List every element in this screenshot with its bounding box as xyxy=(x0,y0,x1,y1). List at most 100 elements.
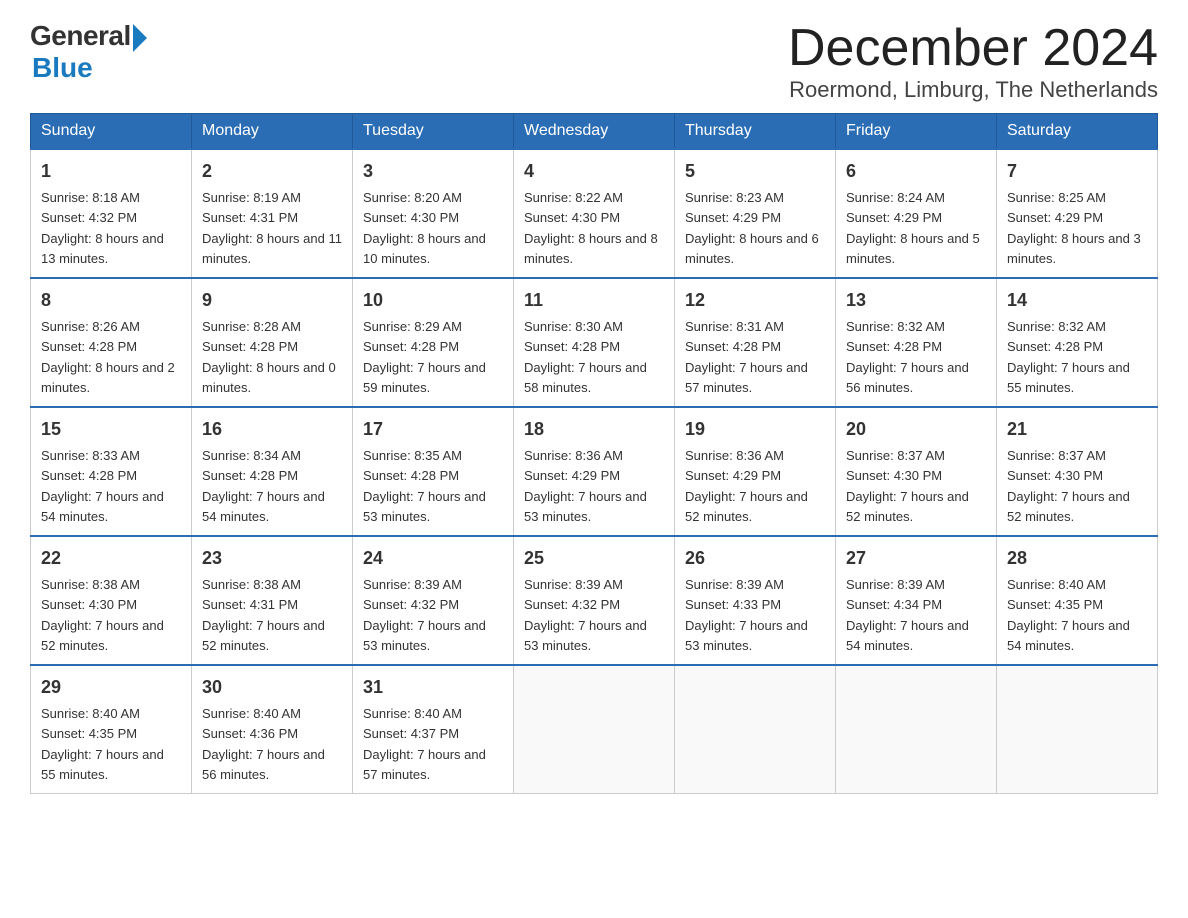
day-info: Sunrise: 8:39 AMSunset: 4:32 PMDaylight:… xyxy=(524,577,647,653)
day-number: 20 xyxy=(846,416,986,443)
day-number: 11 xyxy=(524,287,664,314)
col-sunday: Sunday xyxy=(31,114,192,150)
day-number: 7 xyxy=(1007,158,1147,185)
day-info: Sunrise: 8:25 AMSunset: 4:29 PMDaylight:… xyxy=(1007,190,1141,266)
day-number: 9 xyxy=(202,287,342,314)
logo-text-general: General xyxy=(30,20,131,52)
table-row: 11 Sunrise: 8:30 AMSunset: 4:28 PMDaylig… xyxy=(514,278,675,407)
table-row: 15 Sunrise: 8:33 AMSunset: 4:28 PMDaylig… xyxy=(31,407,192,536)
calendar-table: Sunday Monday Tuesday Wednesday Thursday… xyxy=(30,113,1158,794)
day-number: 14 xyxy=(1007,287,1147,314)
day-info: Sunrise: 8:32 AMSunset: 4:28 PMDaylight:… xyxy=(1007,319,1130,395)
table-row: 13 Sunrise: 8:32 AMSunset: 4:28 PMDaylig… xyxy=(836,278,997,407)
day-info: Sunrise: 8:37 AMSunset: 4:30 PMDaylight:… xyxy=(1007,448,1130,524)
day-number: 12 xyxy=(685,287,825,314)
col-thursday: Thursday xyxy=(675,114,836,150)
table-row: 17 Sunrise: 8:35 AMSunset: 4:28 PMDaylig… xyxy=(353,407,514,536)
day-number: 21 xyxy=(1007,416,1147,443)
day-info: Sunrise: 8:39 AMSunset: 4:34 PMDaylight:… xyxy=(846,577,969,653)
day-info: Sunrise: 8:37 AMSunset: 4:30 PMDaylight:… xyxy=(846,448,969,524)
day-number: 5 xyxy=(685,158,825,185)
day-info: Sunrise: 8:36 AMSunset: 4:29 PMDaylight:… xyxy=(524,448,647,524)
col-friday: Friday xyxy=(836,114,997,150)
table-row: 2 Sunrise: 8:19 AMSunset: 4:31 PMDayligh… xyxy=(192,149,353,278)
table-row: 3 Sunrise: 8:20 AMSunset: 4:30 PMDayligh… xyxy=(353,149,514,278)
title-section: December 2024 Roermond, Limburg, The Net… xyxy=(788,20,1158,103)
table-row: 10 Sunrise: 8:29 AMSunset: 4:28 PMDaylig… xyxy=(353,278,514,407)
col-monday: Monday xyxy=(192,114,353,150)
logo-arrow-icon xyxy=(133,24,147,52)
table-row: 27 Sunrise: 8:39 AMSunset: 4:34 PMDaylig… xyxy=(836,536,997,665)
day-number: 27 xyxy=(846,545,986,572)
day-info: Sunrise: 8:38 AMSunset: 4:30 PMDaylight:… xyxy=(41,577,164,653)
table-row: 29 Sunrise: 8:40 AMSunset: 4:35 PMDaylig… xyxy=(31,665,192,794)
table-row: 9 Sunrise: 8:28 AMSunset: 4:28 PMDayligh… xyxy=(192,278,353,407)
table-row: 31 Sunrise: 8:40 AMSunset: 4:37 PMDaylig… xyxy=(353,665,514,794)
table-row: 22 Sunrise: 8:38 AMSunset: 4:30 PMDaylig… xyxy=(31,536,192,665)
day-number: 6 xyxy=(846,158,986,185)
day-number: 29 xyxy=(41,674,181,701)
table-row: 24 Sunrise: 8:39 AMSunset: 4:32 PMDaylig… xyxy=(353,536,514,665)
calendar-week-row: 15 Sunrise: 8:33 AMSunset: 4:28 PMDaylig… xyxy=(31,407,1158,536)
day-number: 15 xyxy=(41,416,181,443)
calendar-week-row: 29 Sunrise: 8:40 AMSunset: 4:35 PMDaylig… xyxy=(31,665,1158,794)
day-number: 23 xyxy=(202,545,342,572)
table-row: 8 Sunrise: 8:26 AMSunset: 4:28 PMDayligh… xyxy=(31,278,192,407)
day-number: 31 xyxy=(363,674,503,701)
table-row: 7 Sunrise: 8:25 AMSunset: 4:29 PMDayligh… xyxy=(997,149,1158,278)
day-info: Sunrise: 8:33 AMSunset: 4:28 PMDaylight:… xyxy=(41,448,164,524)
day-info: Sunrise: 8:29 AMSunset: 4:28 PMDaylight:… xyxy=(363,319,486,395)
table-row: 5 Sunrise: 8:23 AMSunset: 4:29 PMDayligh… xyxy=(675,149,836,278)
table-row: 20 Sunrise: 8:37 AMSunset: 4:30 PMDaylig… xyxy=(836,407,997,536)
day-number: 26 xyxy=(685,545,825,572)
table-row xyxy=(514,665,675,794)
table-row: 18 Sunrise: 8:36 AMSunset: 4:29 PMDaylig… xyxy=(514,407,675,536)
table-row: 16 Sunrise: 8:34 AMSunset: 4:28 PMDaylig… xyxy=(192,407,353,536)
day-info: Sunrise: 8:30 AMSunset: 4:28 PMDaylight:… xyxy=(524,319,647,395)
day-info: Sunrise: 8:24 AMSunset: 4:29 PMDaylight:… xyxy=(846,190,980,266)
col-wednesday: Wednesday xyxy=(514,114,675,150)
day-number: 3 xyxy=(363,158,503,185)
table-row: 21 Sunrise: 8:37 AMSunset: 4:30 PMDaylig… xyxy=(997,407,1158,536)
month-title: December 2024 xyxy=(788,20,1158,77)
day-info: Sunrise: 8:40 AMSunset: 4:37 PMDaylight:… xyxy=(363,706,486,782)
table-row xyxy=(836,665,997,794)
day-number: 1 xyxy=(41,158,181,185)
day-info: Sunrise: 8:34 AMSunset: 4:28 PMDaylight:… xyxy=(202,448,325,524)
day-info: Sunrise: 8:22 AMSunset: 4:30 PMDaylight:… xyxy=(524,190,658,266)
table-row: 19 Sunrise: 8:36 AMSunset: 4:29 PMDaylig… xyxy=(675,407,836,536)
table-row: 23 Sunrise: 8:38 AMSunset: 4:31 PMDaylig… xyxy=(192,536,353,665)
day-info: Sunrise: 8:39 AMSunset: 4:33 PMDaylight:… xyxy=(685,577,808,653)
day-number: 17 xyxy=(363,416,503,443)
day-number: 2 xyxy=(202,158,342,185)
day-info: Sunrise: 8:40 AMSunset: 4:35 PMDaylight:… xyxy=(41,706,164,782)
day-info: Sunrise: 8:31 AMSunset: 4:28 PMDaylight:… xyxy=(685,319,808,395)
table-row: 25 Sunrise: 8:39 AMSunset: 4:32 PMDaylig… xyxy=(514,536,675,665)
table-row: 14 Sunrise: 8:32 AMSunset: 4:28 PMDaylig… xyxy=(997,278,1158,407)
logo: General Blue xyxy=(30,20,147,84)
calendar-week-row: 1 Sunrise: 8:18 AMSunset: 4:32 PMDayligh… xyxy=(31,149,1158,278)
calendar-week-row: 8 Sunrise: 8:26 AMSunset: 4:28 PMDayligh… xyxy=(31,278,1158,407)
day-number: 18 xyxy=(524,416,664,443)
calendar-week-row: 22 Sunrise: 8:38 AMSunset: 4:30 PMDaylig… xyxy=(31,536,1158,665)
logo-text-blue: Blue xyxy=(32,52,93,84)
day-number: 13 xyxy=(846,287,986,314)
day-number: 16 xyxy=(202,416,342,443)
page-header: General Blue December 2024 Roermond, Lim… xyxy=(30,20,1158,103)
col-saturday: Saturday xyxy=(997,114,1158,150)
day-number: 19 xyxy=(685,416,825,443)
day-number: 22 xyxy=(41,545,181,572)
day-info: Sunrise: 8:23 AMSunset: 4:29 PMDaylight:… xyxy=(685,190,819,266)
table-row: 6 Sunrise: 8:24 AMSunset: 4:29 PMDayligh… xyxy=(836,149,997,278)
table-row: 12 Sunrise: 8:31 AMSunset: 4:28 PMDaylig… xyxy=(675,278,836,407)
day-info: Sunrise: 8:28 AMSunset: 4:28 PMDaylight:… xyxy=(202,319,336,395)
day-info: Sunrise: 8:39 AMSunset: 4:32 PMDaylight:… xyxy=(363,577,486,653)
day-number: 28 xyxy=(1007,545,1147,572)
day-info: Sunrise: 8:36 AMSunset: 4:29 PMDaylight:… xyxy=(685,448,808,524)
day-info: Sunrise: 8:19 AMSunset: 4:31 PMDaylight:… xyxy=(202,190,342,266)
day-info: Sunrise: 8:38 AMSunset: 4:31 PMDaylight:… xyxy=(202,577,325,653)
day-number: 4 xyxy=(524,158,664,185)
table-row xyxy=(997,665,1158,794)
day-info: Sunrise: 8:40 AMSunset: 4:35 PMDaylight:… xyxy=(1007,577,1130,653)
table-row: 4 Sunrise: 8:22 AMSunset: 4:30 PMDayligh… xyxy=(514,149,675,278)
